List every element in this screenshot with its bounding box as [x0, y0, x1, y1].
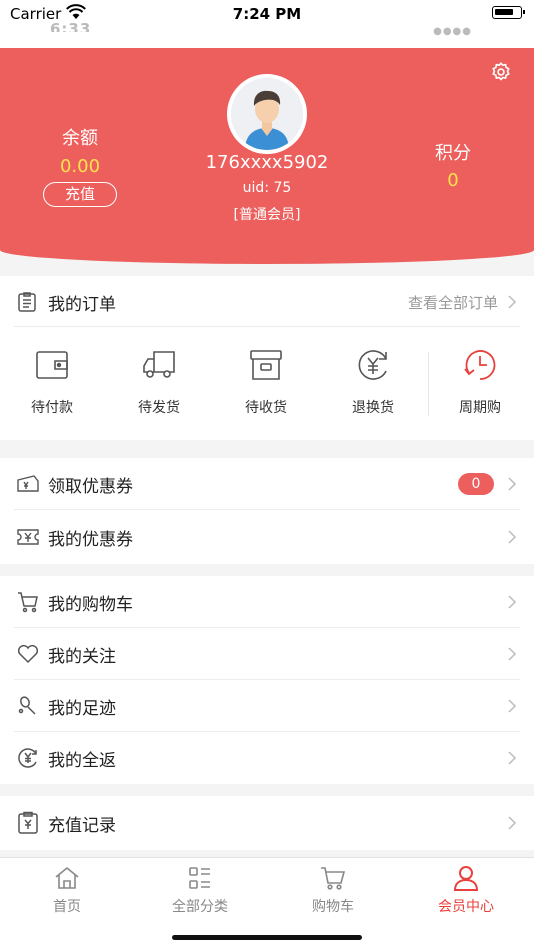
my-cashback-row[interactable]: 我的全返 — [14, 732, 520, 784]
my-follow-label: 我的关注 — [48, 647, 116, 667]
box-icon — [250, 350, 282, 380]
clipboard-list-icon — [18, 292, 36, 312]
orders-header[interactable]: 我的订单 查看全部订单 — [14, 276, 520, 327]
cycle-clock-icon — [464, 350, 496, 380]
ghost-signal-icon: ●●●● — [433, 26, 472, 37]
coupon-count-badge: 0 — [458, 473, 494, 495]
order-item-label: 待付款 — [31, 400, 73, 416]
tab-label: 首页 — [53, 899, 81, 915]
chevron-right-icon — [508, 295, 517, 309]
ticket-icon — [17, 475, 39, 492]
recharge-section: 充值记录 — [0, 796, 534, 850]
tab-member-center[interactable]: 会员中心 — [399, 864, 533, 916]
my-coupon-label: 我的优惠券 — [48, 530, 133, 550]
coupon-yen-icon — [17, 529, 39, 545]
battery-icon — [492, 6, 525, 19]
heart-icon — [17, 644, 39, 664]
order-pending-shipment[interactable]: 待发货 — [114, 347, 204, 417]
home-indicator-area — [0, 917, 534, 950]
get-coupon-row[interactable]: 领取优惠券 0 — [14, 458, 520, 510]
chevron-right-icon — [508, 816, 517, 830]
orders-section: 我的订单 查看全部订单 待付款 待发货 待收货 退换货 周期购 — [0, 276, 534, 440]
order-pending-payment[interactable]: 待付款 — [7, 347, 97, 417]
tab-home[interactable]: 首页 — [0, 864, 134, 916]
category-icon — [189, 867, 210, 889]
points-label: 积分 — [435, 143, 471, 164]
yen-circle-icon — [18, 748, 37, 768]
recharge-record-row[interactable]: 充值记录 — [14, 797, 520, 849]
member-level: [普通会员] — [233, 207, 301, 223]
menu-section: 我的购物车 我的关注 我的足迹 我的全返 — [0, 576, 534, 784]
order-pending-receipt[interactable]: 待收货 — [221, 347, 311, 417]
tab-cart[interactable]: 购物车 — [266, 864, 400, 916]
member-header: 余额 0.00 充值 176xxxx5902 uid: 75 [普通会员] 积分… — [0, 48, 534, 264]
tab-categories[interactable]: 全部分类 — [133, 864, 267, 916]
home-icon — [55, 866, 79, 889]
wallet-icon — [36, 351, 68, 379]
clipboard-yen-icon — [18, 811, 38, 834]
tab-label: 会员中心 — [438, 899, 494, 915]
order-returns[interactable]: 退换货 — [328, 347, 418, 417]
order-item-label: 周期购 — [459, 400, 501, 416]
chevron-right-icon — [508, 477, 517, 491]
my-cart-row[interactable]: 我的购物车 — [14, 576, 520, 628]
ghost-status-time: 6:33 — [50, 20, 92, 32]
chevron-right-icon — [508, 751, 517, 765]
home-indicator[interactable] — [172, 935, 362, 940]
orders-title: 我的订单 — [48, 295, 116, 315]
my-follow-row[interactable]: 我的关注 — [14, 628, 520, 680]
my-cart-label: 我的购物车 — [48, 595, 133, 615]
status-bar: Carrier 7:24 PM 6:33 ●●●● — [0, 0, 534, 48]
order-item-label: 退换货 — [352, 400, 394, 416]
chevron-right-icon — [508, 530, 517, 544]
points-value: 0 — [447, 170, 459, 191]
chevron-right-icon — [508, 595, 517, 609]
my-footprint-label: 我的足迹 — [48, 699, 116, 719]
coupons-section: 领取优惠券 0 我的优惠券 — [0, 458, 534, 564]
my-cashback-label: 我的全返 — [48, 751, 116, 771]
recharge-record-label: 充值记录 — [48, 816, 116, 836]
yen-return-icon — [358, 350, 387, 380]
view-all-orders-link[interactable]: 查看全部订单 — [408, 292, 498, 313]
chevron-right-icon — [508, 647, 517, 661]
avatar-person-icon — [231, 78, 303, 150]
my-coupon-row[interactable]: 我的优惠券 — [14, 511, 520, 563]
settings-gear-icon[interactable] — [490, 61, 512, 83]
cart-icon — [18, 592, 38, 613]
order-item-label: 待收货 — [245, 400, 287, 416]
cart-icon — [321, 867, 346, 890]
bottom-tab-bar: 首页 全部分类 购物车 会员中心 — [0, 857, 534, 917]
points-block[interactable]: 积分 0 — [403, 139, 503, 191]
my-footprint-row[interactable]: 我的足迹 — [14, 680, 520, 732]
avatar[interactable] — [227, 74, 307, 154]
user-icon — [453, 866, 479, 891]
order-subscription[interactable]: 周期购 — [435, 347, 525, 417]
tab-label: 全部分类 — [172, 899, 228, 915]
footprint-icon — [18, 696, 36, 715]
truck-icon — [143, 351, 175, 378]
order-item-label: 待发货 — [138, 400, 180, 416]
order-divider — [428, 352, 429, 416]
balance-label: 余额 — [62, 128, 98, 149]
tab-label: 购物车 — [312, 899, 354, 915]
get-coupon-label: 领取优惠券 — [48, 477, 133, 497]
chevron-right-icon — [508, 699, 517, 713]
